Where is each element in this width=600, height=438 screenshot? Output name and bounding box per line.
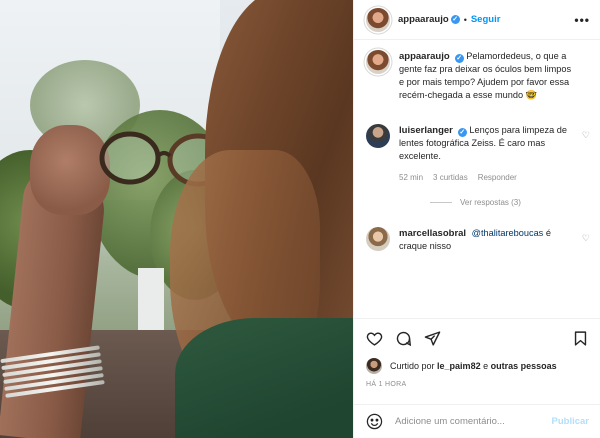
view-replies[interactable]: Ver respostas (3)	[430, 198, 590, 207]
reply-button[interactable]: Responder	[478, 171, 517, 184]
share-paper-plane-icon[interactable]	[424, 330, 441, 347]
view-replies-label: Ver respostas (3)	[460, 198, 521, 207]
liked-by-user[interactable]: le_paim82	[437, 361, 481, 371]
replies-line	[430, 202, 452, 203]
comment-item: marcellasobral @thalitareboucas é craque…	[366, 227, 590, 253]
like-heart-icon[interactable]	[366, 330, 383, 347]
comment-bubble-icon[interactable]	[395, 330, 412, 347]
verified-icon: ✓	[450, 15, 460, 24]
author-username[interactable]: appaaraujo	[398, 14, 449, 25]
emoji-smiley-icon[interactable]	[366, 413, 383, 430]
verified-icon: ✓	[454, 54, 464, 63]
commenter-avatar[interactable]	[366, 227, 390, 251]
separator-dot: •	[463, 14, 467, 25]
comment-meta: 52 min 3 curtidas Responder	[399, 171, 574, 184]
add-comment-input[interactable]	[395, 416, 552, 427]
save-bookmark-icon[interactable]	[572, 330, 589, 347]
liker-avatar[interactable]	[366, 358, 382, 374]
author-avatar[interactable]	[366, 7, 390, 32]
post-photo[interactable]	[0, 0, 353, 438]
add-comment-bar: Publicar	[354, 404, 600, 438]
mention-link[interactable]: @thalitareboucas	[472, 228, 544, 238]
comment-like-heart-icon[interactable]: ♡	[582, 130, 590, 141]
caption: appaaraujo ✓ Pelamordedeus, o que a gente…	[366, 50, 590, 102]
post-comment-button[interactable]: Publicar	[552, 416, 590, 427]
commenter-avatar[interactable]	[366, 124, 390, 148]
instagram-post-view: appaaraujo ✓ • Seguir ••• appaaraujo ✓ Pe…	[0, 0, 600, 438]
caption-username[interactable]: appaaraujo	[399, 51, 450, 62]
verified-icon: ✓	[457, 128, 467, 137]
post-actions: Curtido por le_paim82 e outras pessoas H…	[354, 318, 600, 388]
comments-list[interactable]: appaaraujo ✓ Pelamordedeus, o que a gente…	[354, 40, 600, 318]
caption-avatar[interactable]	[366, 50, 390, 74]
liked-by-others[interactable]: outras pessoas	[491, 361, 557, 371]
follow-button[interactable]: Seguir	[471, 14, 501, 25]
caption-emoji: 🤓	[525, 90, 538, 100]
post-header: appaaraujo ✓ • Seguir •••	[354, 0, 600, 40]
comment-likes[interactable]: 3 curtidas	[433, 171, 468, 184]
commenter-username[interactable]: luiserlanger	[399, 125, 453, 136]
more-options-icon[interactable]: •••	[574, 13, 590, 27]
comment-time[interactable]: 52 min	[399, 171, 423, 184]
liked-by-prefix: Curtido por	[390, 361, 435, 371]
liked-by: Curtido por le_paim82 e outras pessoas	[366, 358, 589, 374]
comment-like-heart-icon[interactable]: ♡	[582, 233, 590, 244]
liked-by-conjunction: e	[483, 361, 489, 371]
commenter-username[interactable]: marcellasobral	[399, 228, 466, 239]
comment-item: luiserlanger ✓ Lenços para limpeza de len…	[366, 124, 590, 184]
post-panel: appaaraujo ✓ • Seguir ••• appaaraujo ✓ Pe…	[353, 0, 600, 438]
post-timestamp[interactable]: HÁ 1 HORA	[366, 381, 589, 388]
